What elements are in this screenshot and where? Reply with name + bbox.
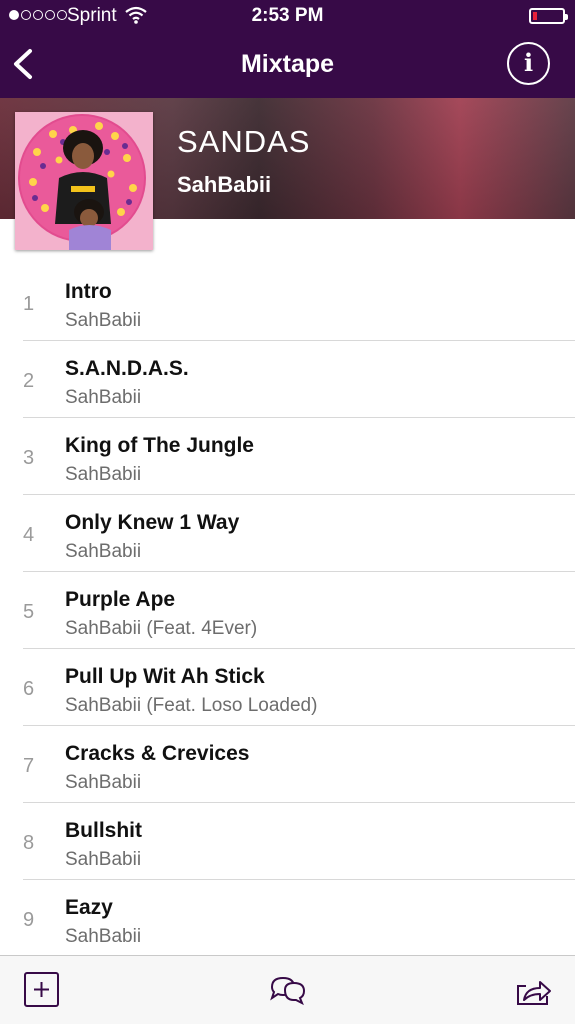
track-title: Bullshit: [65, 819, 142, 842]
share-icon: [517, 981, 551, 1005]
track-number: 7: [23, 755, 35, 777]
track-row[interactable]: 2 S.A.N.D.A.S. SahBabii: [0, 341, 575, 418]
track-row[interactable]: 5 Purple Ape SahBabii (Feat. 4Ever): [0, 572, 575, 649]
track-artist: SahBabii (Feat. 4Ever): [65, 618, 258, 639]
track-artist: SahBabii: [65, 464, 142, 485]
track-row[interactable]: 1 Intro SahBabii: [0, 264, 575, 341]
mixtape-title: SANDAS: [177, 124, 311, 159]
page-title: Mixtape: [240, 50, 335, 78]
track-number: 9: [23, 909, 35, 931]
track-number: 8: [23, 832, 35, 854]
track-number: 4: [23, 524, 35, 546]
track-artist: SahBabii: [65, 387, 142, 408]
track-artist: SahBabii: [65, 772, 142, 793]
track-number: 2: [23, 370, 35, 392]
track-row[interactable]: 3 King of The Jungle SahBabii: [0, 418, 575, 495]
track-title: Eazy: [65, 896, 113, 919]
comments-button[interactable]: [267, 970, 307, 1010]
battery-icon: [529, 8, 568, 24]
track-row[interactable]: 6 Pull Up Wit Ah Stick SahBabii (Feat. L…: [0, 649, 575, 726]
track-list: 1 Intro SahBabii 2 S.A.N.D.A.S. SahBabii…: [0, 264, 575, 957]
track-title: Only Knew 1 Way: [65, 511, 240, 534]
share-button[interactable]: [514, 970, 554, 1010]
track-number: 5: [23, 601, 35, 623]
track-artist: SahBabii: [65, 310, 142, 331]
track-number: 6: [23, 678, 35, 700]
track-number: 1: [23, 293, 35, 315]
track-title: Intro: [65, 280, 112, 303]
track-row[interactable]: 7 Cracks & Crevices SahBabii: [0, 726, 575, 803]
track-artist: SahBabii: [65, 926, 142, 947]
track-artist: SahBabii: [65, 849, 142, 870]
track-artist: SahBabii: [65, 541, 142, 562]
track-row[interactable]: 9 Eazy SahBabii: [0, 880, 575, 957]
top-bar: Sprint 2:53 PM Mixtape i: [0, 0, 575, 98]
track-title: Purple Ape: [65, 588, 176, 611]
cover-art[interactable]: [15, 112, 153, 250]
track-number: 3: [23, 447, 35, 469]
clock: 2:53 PM: [251, 5, 324, 26]
track-artist: SahBabii (Feat. Loso Loaded): [65, 695, 318, 716]
add-button[interactable]: [22, 970, 62, 1010]
track-title: King of The Jungle: [65, 434, 254, 457]
info-button[interactable]: i: [507, 42, 550, 85]
comments-icon: [270, 976, 306, 1006]
track-title: S.A.N.D.A.S.: [65, 357, 189, 380]
track-row[interactable]: 4 Only Knew 1 Way SahBabii: [0, 495, 575, 572]
cover-art-illustration: [15, 112, 153, 250]
mixtape-artist: SahBabii: [177, 172, 272, 197]
track-title: Cracks & Crevices: [65, 742, 250, 765]
track-row[interactable]: 8 Bullshit SahBabii: [0, 803, 575, 880]
track-title: Pull Up Wit Ah Stick: [65, 665, 265, 688]
bottom-toolbar: [0, 955, 575, 1024]
status-bar: Sprint 2:53 PM: [0, 0, 575, 32]
add-icon: [24, 972, 59, 1007]
